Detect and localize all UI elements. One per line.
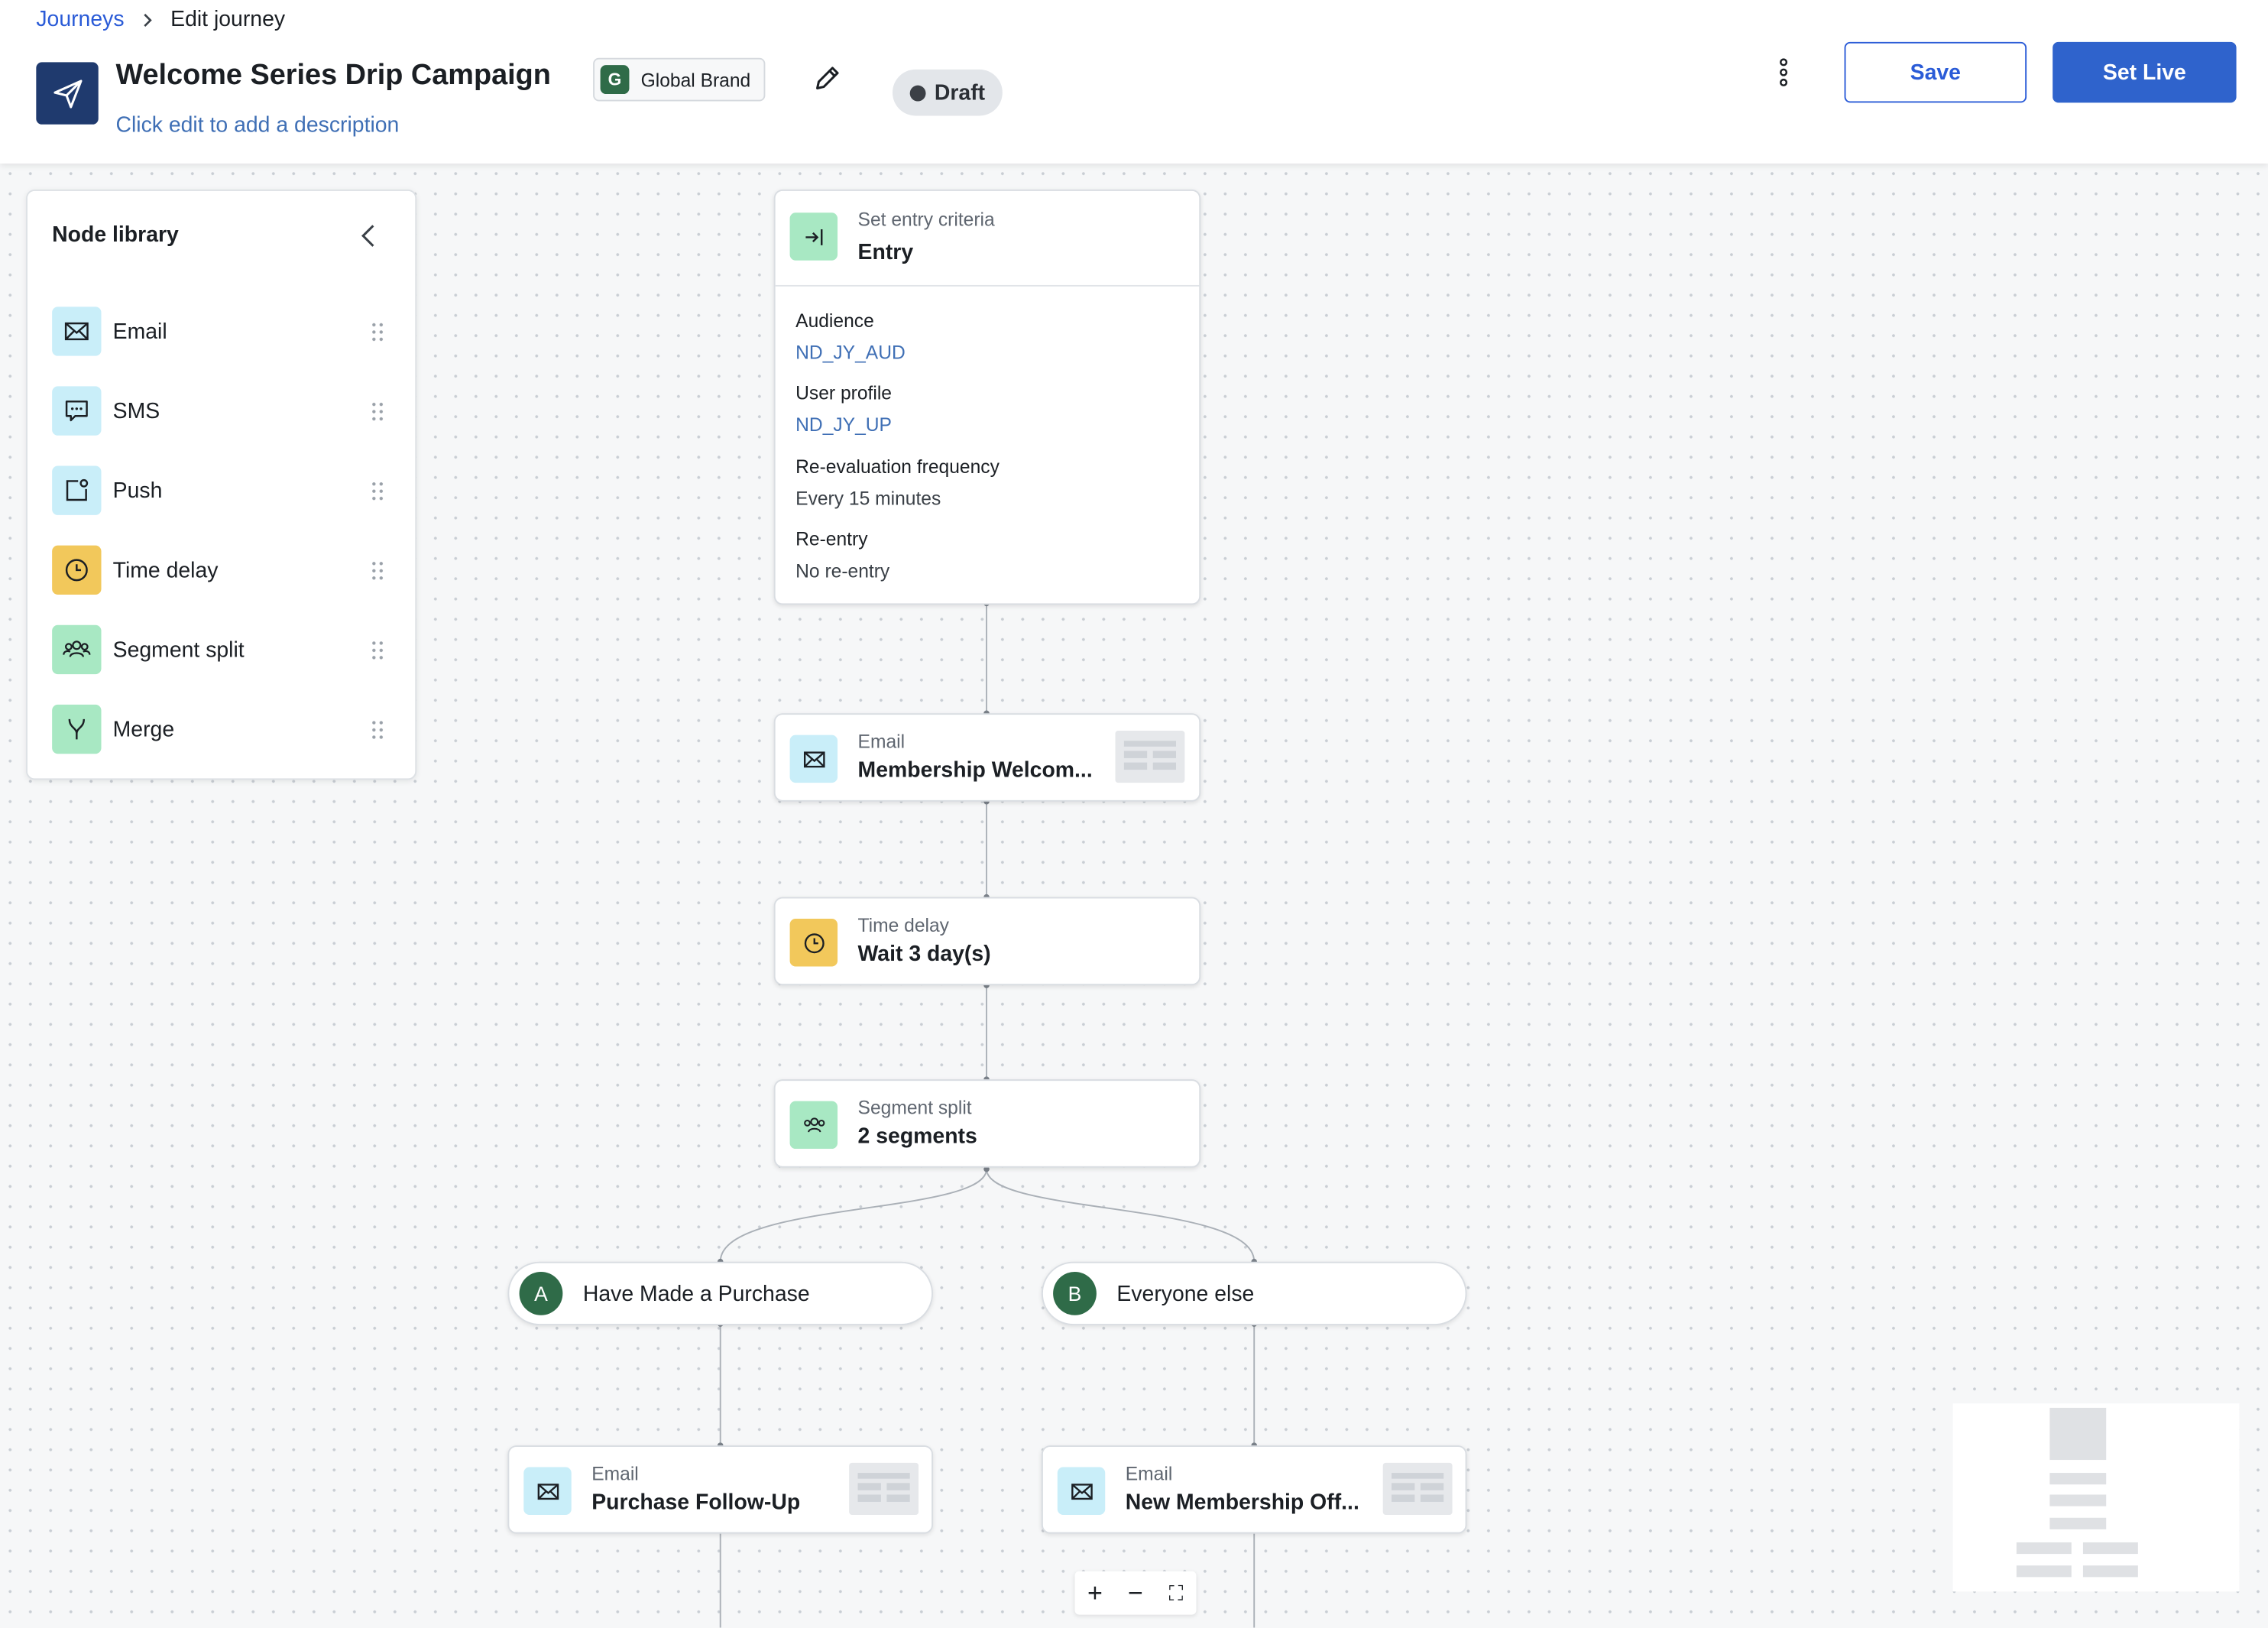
entry-node[interactable]: Set entry criteria Entry Audience ND_JY_…: [773, 189, 1201, 605]
breadcrumb-current: Edit journey: [170, 7, 286, 32]
segment-label: Have Made a Purchase: [582, 1281, 810, 1306]
merge-icon: [52, 704, 102, 754]
node-name: Wait 3 day(s): [857, 942, 991, 967]
library-item-merge[interactable]: Merge: [52, 704, 399, 754]
zoom-in-button[interactable]: +: [1074, 1571, 1115, 1615]
entry-name: Entry: [857, 240, 914, 265]
email-thumbnail: [1382, 1462, 1453, 1515]
drag-handle-icon[interactable]: [370, 321, 385, 342]
email-thumbnail: [849, 1462, 919, 1515]
breadcrumb-journeys-link[interactable]: Journeys: [36, 7, 124, 31]
node-kicker: Email: [1125, 1462, 1173, 1485]
drag-handle-icon[interactable]: [370, 559, 385, 581]
node-kicker: Email: [591, 1462, 639, 1485]
email-node-purchase-follow-up[interactable]: Email Purchase Follow-Up: [507, 1445, 933, 1534]
people-icon: [789, 1101, 838, 1150]
email-node-new-membership-offer[interactable]: Email New Membership Off...: [1041, 1445, 1467, 1534]
reentry-label: Re-entry: [795, 527, 868, 550]
drag-handle-icon[interactable]: [370, 639, 385, 660]
node-kicker: Time delay: [857, 914, 950, 936]
audience-label: Audience: [795, 310, 874, 332]
pencil-icon[interactable]: [812, 62, 844, 94]
drag-handle-icon[interactable]: [370, 718, 385, 740]
segment-a-pill[interactable]: A Have Made a Purchase: [507, 1261, 933, 1325]
clock-icon: [52, 545, 102, 595]
segment-split-node[interactable]: Segment split 2 segments: [773, 1079, 1201, 1168]
set-live-button[interactable]: Set Live: [2053, 41, 2237, 103]
vertical-dots-icon[interactable]: [1772, 57, 1795, 89]
library-item-label: Email: [112, 319, 167, 344]
paper-plane-icon: [36, 62, 99, 125]
envelope-icon: [1057, 1467, 1106, 1515]
library-item-email[interactable]: Email: [52, 306, 399, 356]
segment-badge: B: [1053, 1271, 1097, 1315]
node-kicker: Segment split: [857, 1096, 972, 1119]
library-item-push[interactable]: Push: [52, 465, 399, 515]
library-item-sms[interactable]: SMS: [52, 386, 399, 436]
drag-handle-icon[interactable]: [370, 480, 385, 501]
email-thumbnail: [1115, 730, 1185, 783]
reevaluation-value: Every 15 minutes: [795, 487, 941, 510]
node-library-panel: Node library Email SMS Push Time delay S…: [26, 189, 417, 780]
minimap[interactable]: [1952, 1403, 2240, 1592]
status-label: Draft: [934, 80, 986, 105]
entry-divider: [775, 284, 1200, 287]
journey-header: Journeys Edit journey Welcome Series Dri…: [0, 0, 2268, 164]
zoom-controls: + − ⛶: [1074, 1571, 1197, 1615]
brand-initial: G: [600, 65, 630, 95]
node-kicker: Email: [857, 730, 906, 753]
chevron-left-icon[interactable]: [358, 223, 379, 249]
time-delay-node[interactable]: Time delay Wait 3 day(s): [773, 897, 1201, 986]
segment-label: Everyone else: [1116, 1281, 1255, 1306]
zoom-out-button[interactable]: −: [1116, 1571, 1156, 1615]
envelope-icon: [789, 735, 838, 783]
chevron-right-icon: [138, 11, 156, 28]
push-notification-icon: [52, 465, 102, 515]
library-item-label: Segment split: [112, 637, 245, 663]
node-name: Purchase Follow-Up: [591, 1490, 801, 1515]
envelope-icon: [523, 1467, 572, 1515]
library-item-label: Push: [112, 478, 163, 503]
library-item-segment-split[interactable]: Segment split: [52, 624, 399, 675]
clock-icon: [789, 919, 838, 967]
segment-badge: A: [519, 1271, 563, 1315]
library-item-label: SMS: [112, 398, 160, 423]
fit-view-button[interactable]: ⛶: [1156, 1571, 1197, 1615]
reevaluation-label: Re-evaluation frequency: [795, 456, 1000, 478]
email-node-membership-welcome[interactable]: Email Membership Welcom...: [773, 713, 1201, 802]
segment-b-pill[interactable]: B Everyone else: [1041, 1261, 1467, 1325]
drag-handle-icon[interactable]: [370, 401, 385, 421]
audience-value-link[interactable]: ND_JY_AUD: [795, 342, 906, 363]
node-library-title: Node library: [52, 222, 179, 248]
status-dot: [909, 84, 926, 101]
brand-chip[interactable]: G Global Brand: [593, 57, 766, 102]
reentry-value: No re-entry: [795, 559, 890, 582]
library-item-label: Time delay: [112, 557, 219, 582]
user-profile-label: User profile: [795, 381, 892, 404]
user-profile-value-link[interactable]: ND_JY_UP: [795, 413, 892, 435]
status-badge: Draft: [892, 69, 1003, 116]
node-name: New Membership Off...: [1125, 1490, 1359, 1515]
description-hint[interactable]: Click edit to add a description: [115, 113, 399, 138]
entry-kicker: Set entry criteria: [857, 208, 995, 230]
chat-icon: [52, 386, 102, 436]
save-button[interactable]: Save: [1844, 41, 2027, 103]
node-name: 2 segments: [857, 1124, 977, 1150]
people-icon: [52, 624, 102, 675]
envelope-icon: [52, 306, 102, 356]
library-item-time-delay[interactable]: Time delay: [52, 545, 399, 595]
entry-arrow-icon: [789, 212, 838, 261]
journey-title: Welcome Series Drip Campaign: [115, 59, 551, 92]
library-item-label: Merge: [112, 716, 175, 742]
breadcrumb: Journeys Edit journey: [36, 7, 285, 31]
node-name: Membership Welcom...: [857, 757, 1093, 783]
brand-name: Global Brand: [640, 68, 751, 91]
